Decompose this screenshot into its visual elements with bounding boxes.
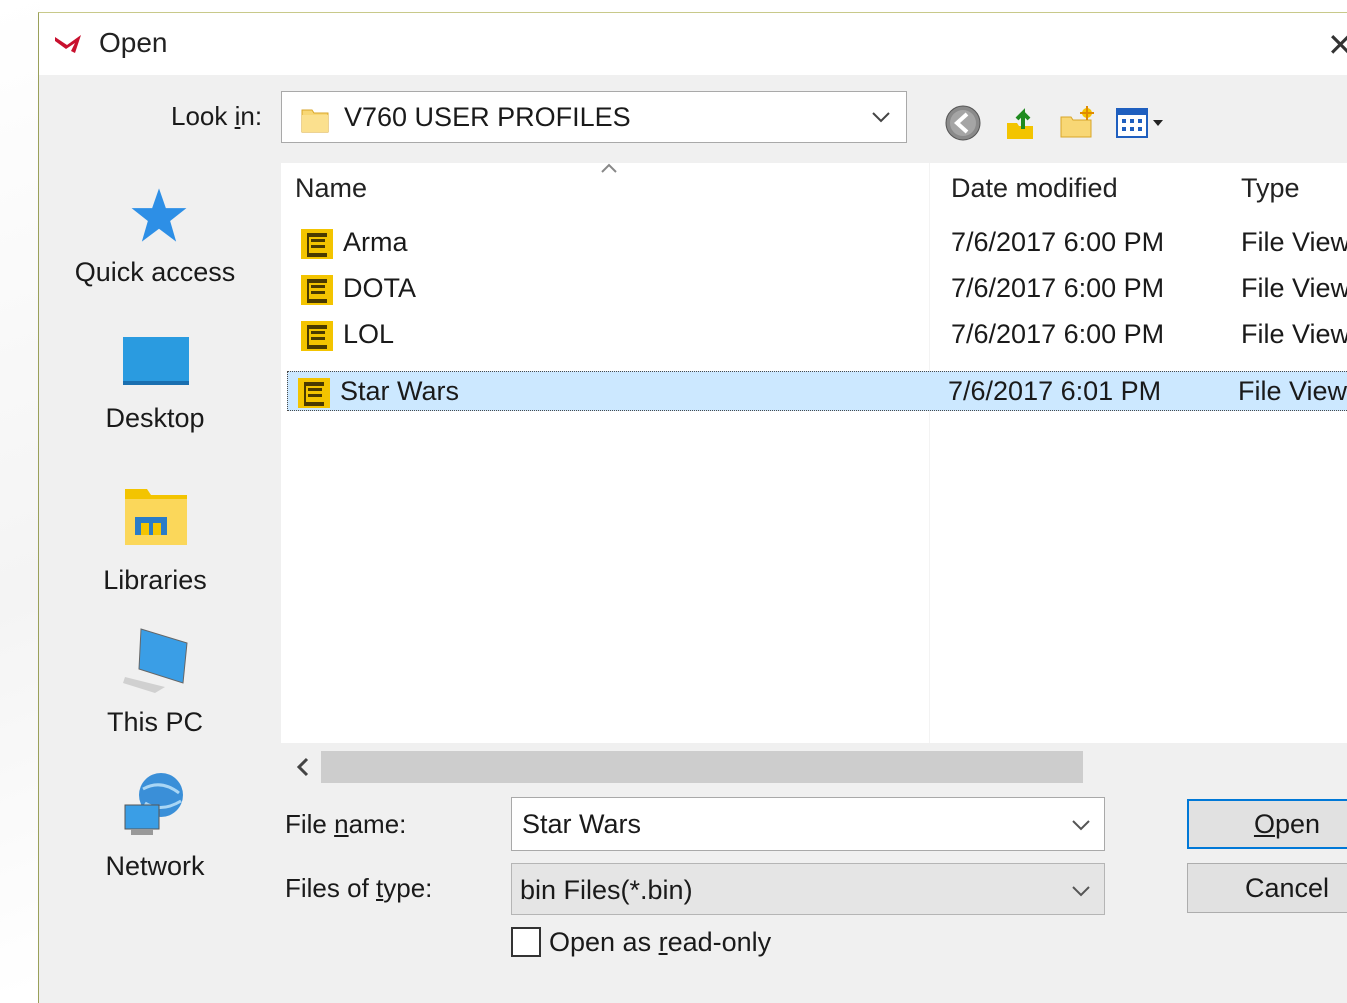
places-bar: Quick access Desktop Libraries This PC N…	[39, 163, 271, 1003]
look-in-label: Look in:	[171, 101, 263, 131]
read-only-checkbox[interactable]	[511, 927, 541, 957]
horizontal-scrollbar[interactable]	[281, 745, 1347, 789]
file-type-label: Files of type:	[285, 873, 433, 903]
file-date: 7/6/2017 6:00 PM	[951, 227, 1165, 257]
file-type-value: bin Files(*.bin)	[520, 875, 693, 905]
star-icon	[131, 188, 187, 242]
window-title: Open	[99, 27, 168, 58]
file-row-selected[interactable]: Star Wars 7/6/2017 6:01 PM File View	[287, 371, 1347, 411]
folder-icon	[301, 109, 329, 133]
file-name-value: Star Wars	[522, 809, 642, 839]
look-in-value: V760 USER PROFILES	[344, 102, 631, 132]
computer-icon	[123, 628, 188, 693]
place-label: This PC	[106, 707, 204, 737]
file-date: 7/6/2017 6:00 PM	[951, 319, 1165, 349]
file-view-icon	[301, 321, 333, 351]
close-button[interactable]: ✕	[1327, 25, 1347, 65]
up-folder-icon[interactable]	[1001, 103, 1041, 143]
file-type: File View	[1241, 273, 1347, 303]
sort-ascending-icon	[601, 163, 617, 173]
backdrop	[0, 0, 40, 990]
view-menu-icon[interactable]	[1113, 103, 1173, 143]
chevron-down-icon[interactable]	[1068, 812, 1094, 838]
file-type: File View	[1241, 319, 1347, 349]
file-list: Name Date modified Type Arma 7/6/2017 6:…	[281, 163, 1347, 743]
chevron-down-icon	[1072, 886, 1090, 897]
file-row[interactable]: Arma 7/6/2017 6:00 PM File View	[291, 223, 1347, 263]
chevron-down-icon	[872, 112, 890, 123]
open-dialog: Open ✕ Look in: V760 USER PROFILES Quick…	[38, 12, 1347, 1003]
file-view-icon	[301, 229, 333, 259]
desktop-icon	[123, 337, 189, 385]
place-label: Desktop	[105, 403, 205, 433]
file-name-label: File name:	[285, 809, 407, 839]
file-name: Star Wars	[340, 376, 460, 406]
app-logo-icon	[55, 35, 81, 53]
file-view-icon	[298, 378, 330, 408]
look-in-dropdown[interactable]: V760 USER PROFILES	[281, 91, 907, 143]
column-header-date[interactable]: Date modified	[951, 173, 1118, 204]
file-date: 7/6/2017 6:00 PM	[951, 273, 1165, 303]
file-type-dropdown[interactable]: bin Files(*.bin)	[511, 863, 1105, 915]
file-name: LOL	[343, 319, 395, 349]
file-name-input[interactable]: Star Wars	[511, 797, 1105, 851]
column-header-type[interactable]: Type	[1241, 173, 1300, 204]
place-label: Libraries	[103, 565, 207, 595]
read-only-label[interactable]: Open as read-only	[549, 927, 771, 958]
new-folder-icon[interactable]	[1057, 103, 1097, 143]
place-label: Network	[105, 851, 205, 881]
file-date: 7/6/2017 6:01 PM	[948, 376, 1162, 406]
open-button[interactable]: Open	[1187, 799, 1347, 849]
file-type: File View	[1241, 227, 1347, 257]
file-view-icon	[301, 275, 333, 305]
file-name: DOTA	[343, 273, 416, 303]
title-bar: Open ✕	[39, 13, 1347, 75]
file-name: Arma	[343, 227, 408, 257]
file-row[interactable]: DOTA 7/6/2017 6:00 PM File View	[291, 269, 1347, 309]
file-type: File View	[1238, 376, 1347, 406]
column-header-name[interactable]: Name	[295, 173, 367, 204]
network-icon	[124, 773, 183, 835]
file-row[interactable]: LOL 7/6/2017 6:00 PM File View	[291, 315, 1347, 355]
back-icon[interactable]	[943, 103, 983, 143]
libraries-icon	[125, 489, 187, 545]
scrollbar-thumb[interactable]	[321, 751, 1083, 783]
place-label: Quick access	[74, 257, 236, 287]
scroll-left-icon[interactable]	[291, 753, 315, 781]
cancel-button[interactable]: Cancel	[1187, 863, 1347, 913]
